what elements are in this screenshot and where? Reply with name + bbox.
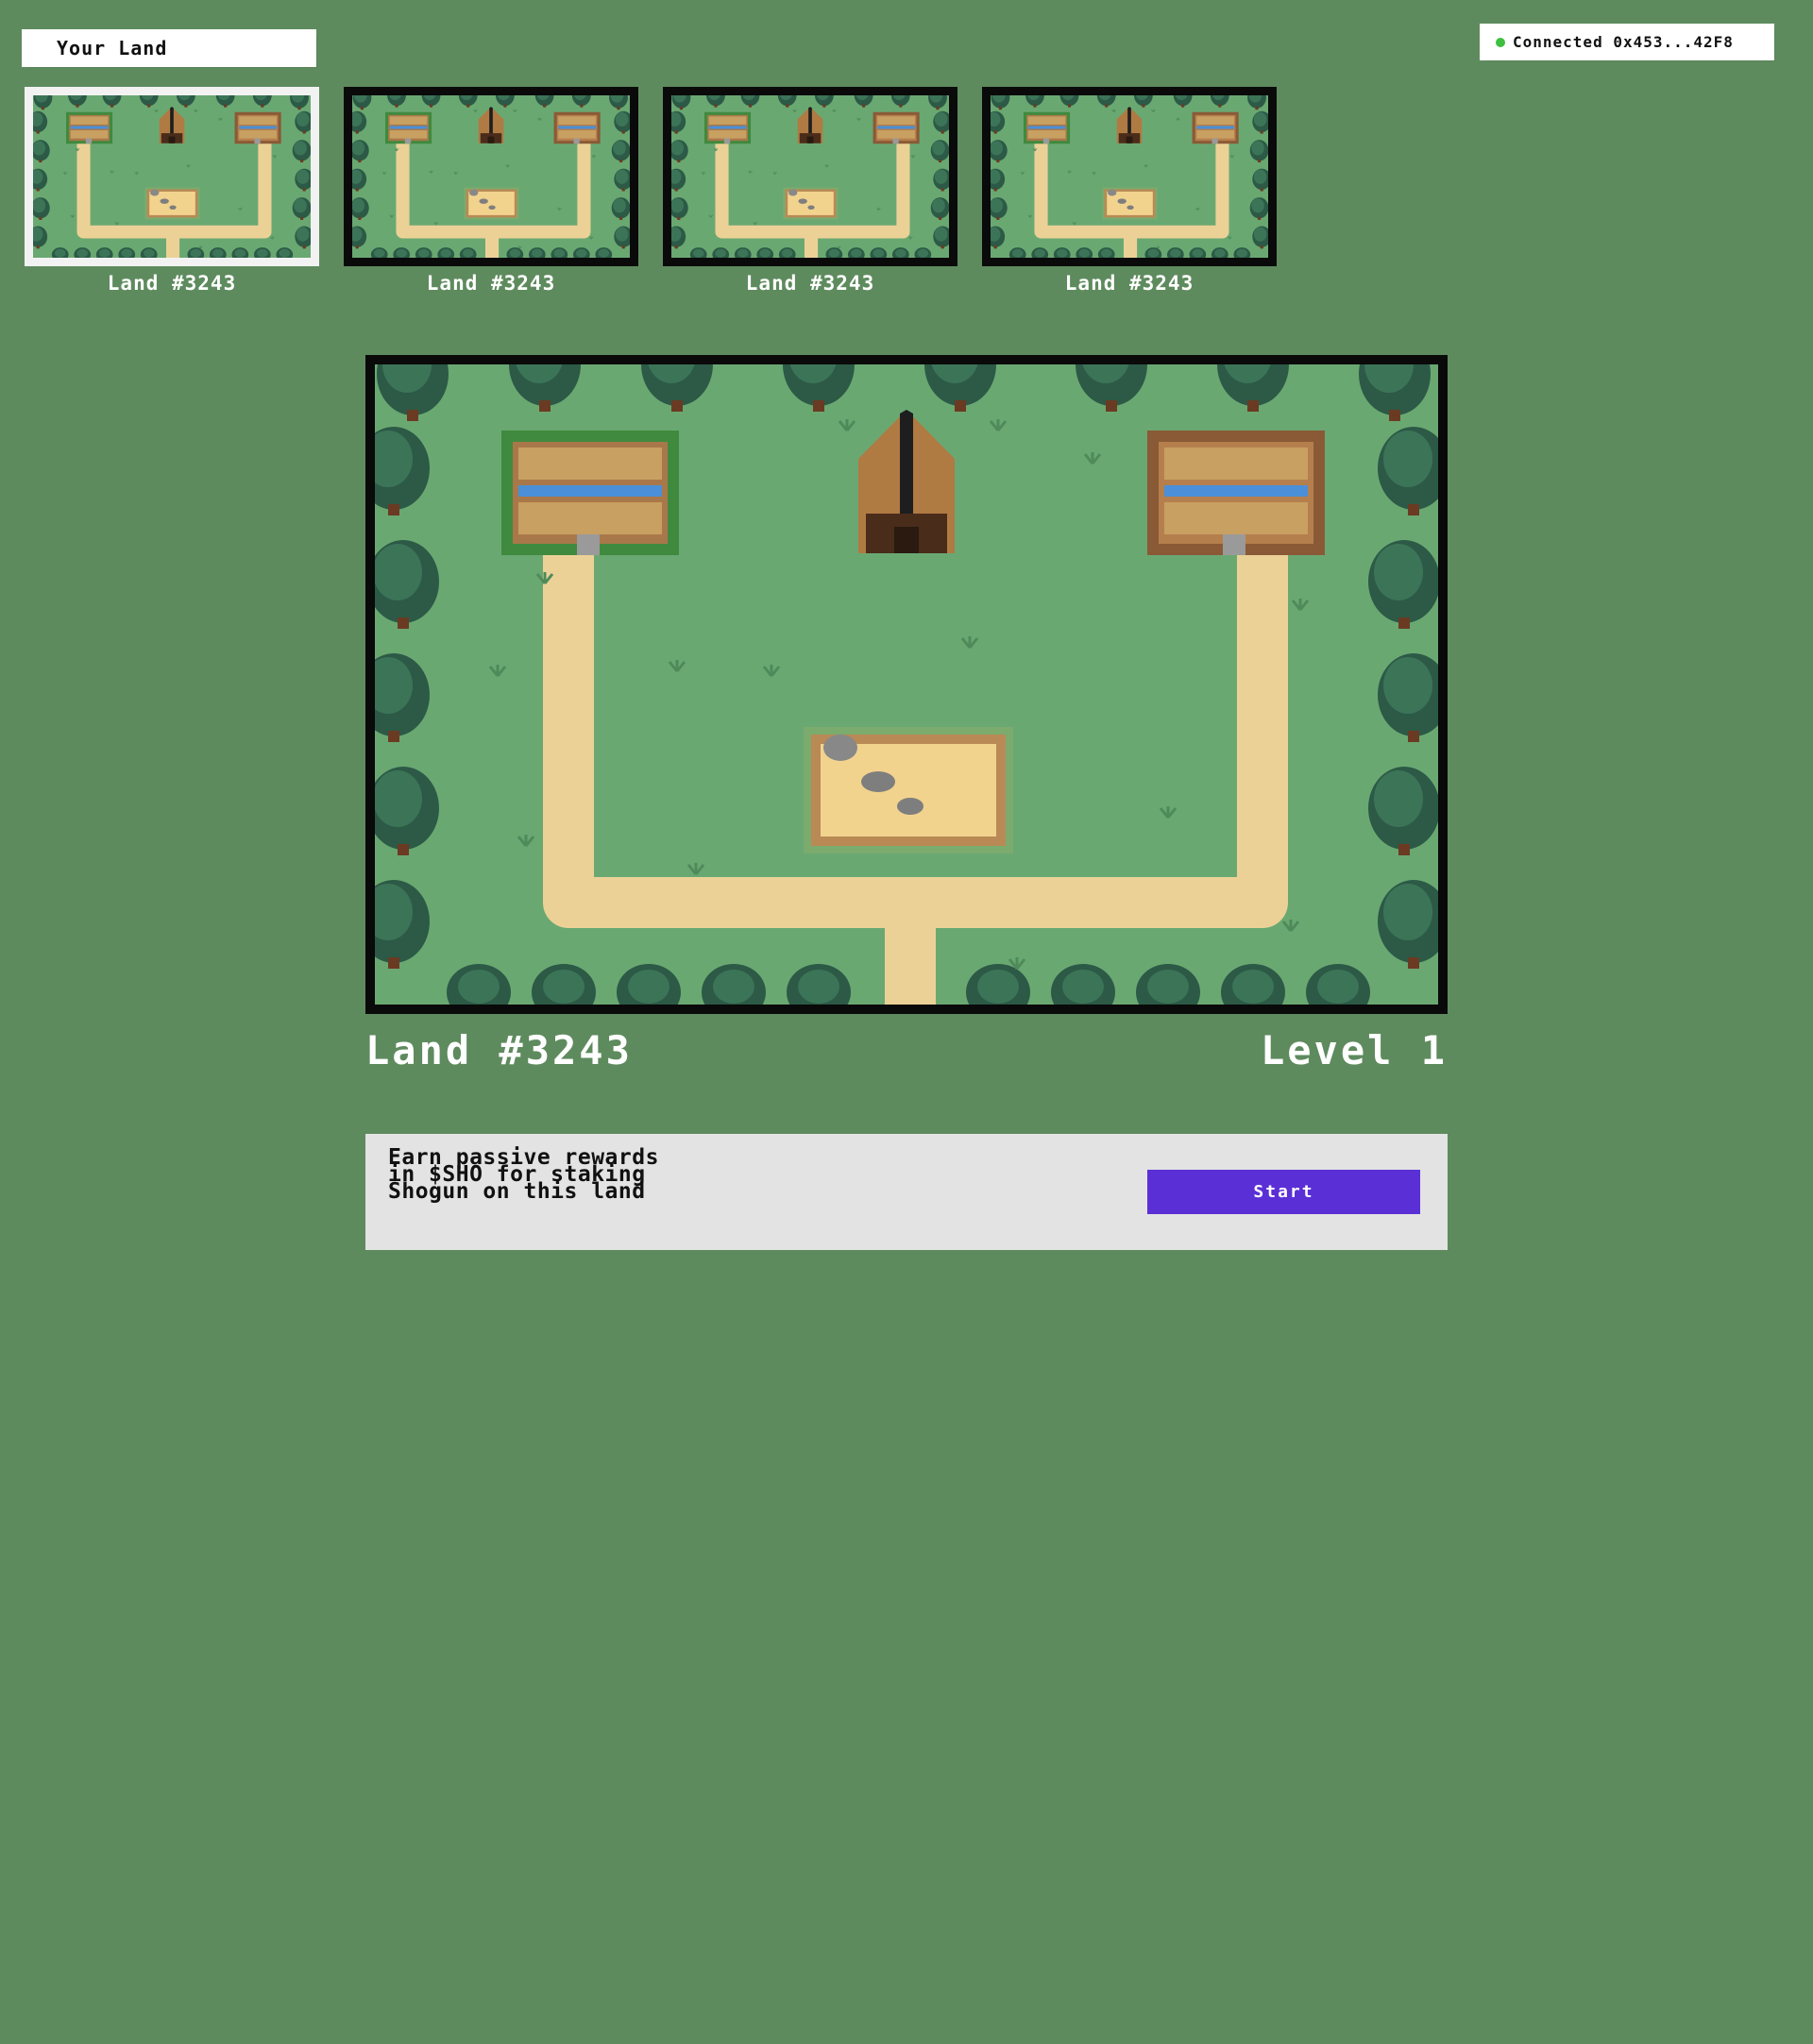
land-thumbnail-image[interactable] bbox=[663, 87, 957, 266]
wallet-status-text: Connected 0x453...42F8 bbox=[1513, 33, 1734, 51]
land-map-view bbox=[365, 355, 1448, 1014]
wallet-status[interactable]: Connected 0x453...42F8 bbox=[1483, 26, 1771, 58]
land-map-thumbnail bbox=[991, 95, 1268, 258]
land-thumbnail-label: Land #3243 bbox=[426, 272, 556, 295]
land-map-illustration bbox=[375, 364, 1438, 1005]
land-map-thumbnail bbox=[352, 95, 630, 258]
staking-description: Earn passive rewards in $SHO for staking… bbox=[388, 1145, 659, 1204]
land-thumbnail-card[interactable]: Land #3243 bbox=[25, 87, 319, 295]
your-land-label: Your Land bbox=[57, 37, 168, 59]
start-staking-button[interactable]: Start bbox=[1147, 1170, 1420, 1214]
land-thumbnail-card[interactable]: Land #3243 bbox=[982, 87, 1277, 295]
land-thumbnail-label: Land #3243 bbox=[1064, 272, 1195, 295]
land-map-thumbnail bbox=[671, 95, 949, 258]
your-land-button[interactable]: Your Land bbox=[25, 32, 313, 64]
land-level: Level 1 bbox=[1260, 1027, 1448, 1073]
land-thumbnail-image[interactable] bbox=[25, 87, 319, 266]
land-thumbnail-image[interactable] bbox=[982, 87, 1277, 266]
land-map-thumbnail bbox=[33, 95, 311, 258]
land-thumbnail-label: Land #3243 bbox=[107, 272, 237, 295]
land-thumbnail-card[interactable]: Land #3243 bbox=[663, 87, 957, 295]
staking-panel: Earn passive rewards in $SHO for staking… bbox=[365, 1134, 1448, 1250]
land-thumbnail-card[interactable]: Land #3243 bbox=[344, 87, 638, 295]
connected-status-dot-icon bbox=[1496, 37, 1505, 47]
land-thumbnail-image[interactable] bbox=[344, 87, 638, 266]
land-title: Land #3243 bbox=[365, 1027, 633, 1073]
land-thumbnail-list: Land #3243 Land #3243 Land #3243 Land #3… bbox=[25, 87, 1277, 295]
land-thumbnail-label: Land #3243 bbox=[745, 272, 875, 295]
app-root: Your Land Connected 0x453...42F8 Land #3… bbox=[0, 0, 1813, 2044]
